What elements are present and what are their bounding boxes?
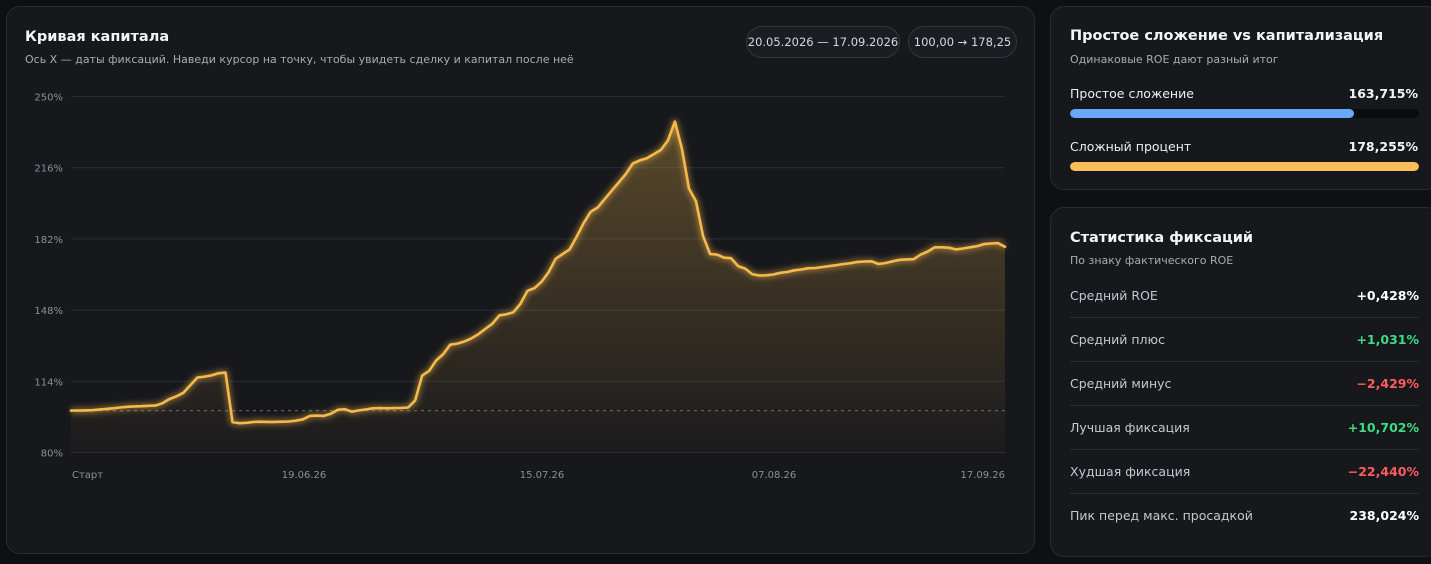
stats-card-title: Статистика фиксаций bbox=[1070, 230, 1254, 246]
equity-card-title: Кривая капитала bbox=[25, 29, 170, 45]
simple-vs-compound-card: Простое сложение vs капитализация Одинак… bbox=[1050, 6, 1431, 190]
stat-value: −22,440% bbox=[1347, 464, 1419, 479]
simple-sum-bar-track bbox=[1070, 109, 1419, 118]
stat-value: +10,702% bbox=[1347, 420, 1419, 435]
stat-value: +0,428% bbox=[1356, 288, 1419, 303]
y-tick-label: 216% bbox=[34, 164, 63, 175]
compound-bar-track bbox=[1070, 162, 1419, 171]
stat-label: Средний ROE bbox=[1070, 288, 1158, 303]
stat-value: −2,429% bbox=[1356, 376, 1419, 391]
x-tick-label: 15.07.26 bbox=[520, 470, 565, 481]
stat-row-worst-trade: Худшая фиксация −22,440% bbox=[1070, 450, 1419, 494]
equity-curve-card: 250% 216% 182% 148% 114% 80% Старт 19.06.26 15.0… bbox=[6, 6, 1035, 554]
compound-bar-fill bbox=[1070, 162, 1419, 171]
stat-label: Средний плюс bbox=[1070, 332, 1165, 347]
y-tick-label: 80% bbox=[41, 449, 63, 460]
y-tick-label: 250% bbox=[34, 93, 63, 104]
x-tick-label: 19.06.26 bbox=[282, 470, 327, 481]
simple-sum-value: 163,715% bbox=[1348, 86, 1418, 101]
x-tick-label: Старт bbox=[72, 470, 103, 481]
stat-label: Средний минус bbox=[1070, 376, 1172, 391]
stat-row-best-trade: Лучшая фиксация +10,702% bbox=[1070, 406, 1419, 450]
capital-range-badge: 100,00 → 178,25 bbox=[908, 26, 1017, 58]
date-range-badge: 20.05.2026 — 17.09.2026 bbox=[746, 26, 900, 58]
equity-card-subtitle: Ось X — даты фиксаций. Наведи курсор на … bbox=[25, 53, 574, 66]
y-tick-label: 182% bbox=[34, 235, 63, 246]
compare-card-title: Простое сложение vs капитализация bbox=[1070, 28, 1384, 44]
y-tick-label: 114% bbox=[34, 377, 63, 388]
compound-label: Сложный процент bbox=[1070, 139, 1192, 154]
simple-sum-label: Простое сложение bbox=[1070, 86, 1194, 101]
compound-value: 178,255% bbox=[1348, 139, 1418, 154]
stat-label: Худшая фиксация bbox=[1070, 464, 1191, 479]
stats-card-subtitle: По знаку фактического ROE bbox=[1070, 254, 1234, 267]
stat-value: +1,031% bbox=[1356, 332, 1419, 347]
stat-row-peak-before-drawdown: Пик перед макс. просадкой 238,024% bbox=[1070, 494, 1419, 538]
stat-label: Лучшая фиксация bbox=[1070, 420, 1190, 435]
simple-sum-bar-fill bbox=[1070, 109, 1355, 118]
stat-row-avg-plus: Средний плюс +1,031% bbox=[1070, 318, 1419, 362]
stat-value: 238,024% bbox=[1349, 508, 1419, 523]
stat-row-avg-minus: Средний минус −2,429% bbox=[1070, 362, 1419, 406]
equity-chart[interactable]: 250% 216% 182% 148% 114% 80% Старт 19.06.26 15.0… bbox=[7, 7, 1036, 555]
compare-card-subtitle: Одинаковые ROE дают разный итог bbox=[1070, 53, 1279, 66]
y-tick-label: 148% bbox=[34, 306, 63, 317]
x-tick-label: 07.08.26 bbox=[752, 470, 797, 481]
stat-label: Пик перед макс. просадкой bbox=[1070, 508, 1253, 523]
stat-row-avg-roe: Средний ROE +0,428% bbox=[1070, 274, 1419, 318]
trade-stats-card: Статистика фиксаций По знаку фактическог… bbox=[1050, 207, 1431, 557]
x-tick-label: 17.09.26 bbox=[960, 470, 1005, 481]
